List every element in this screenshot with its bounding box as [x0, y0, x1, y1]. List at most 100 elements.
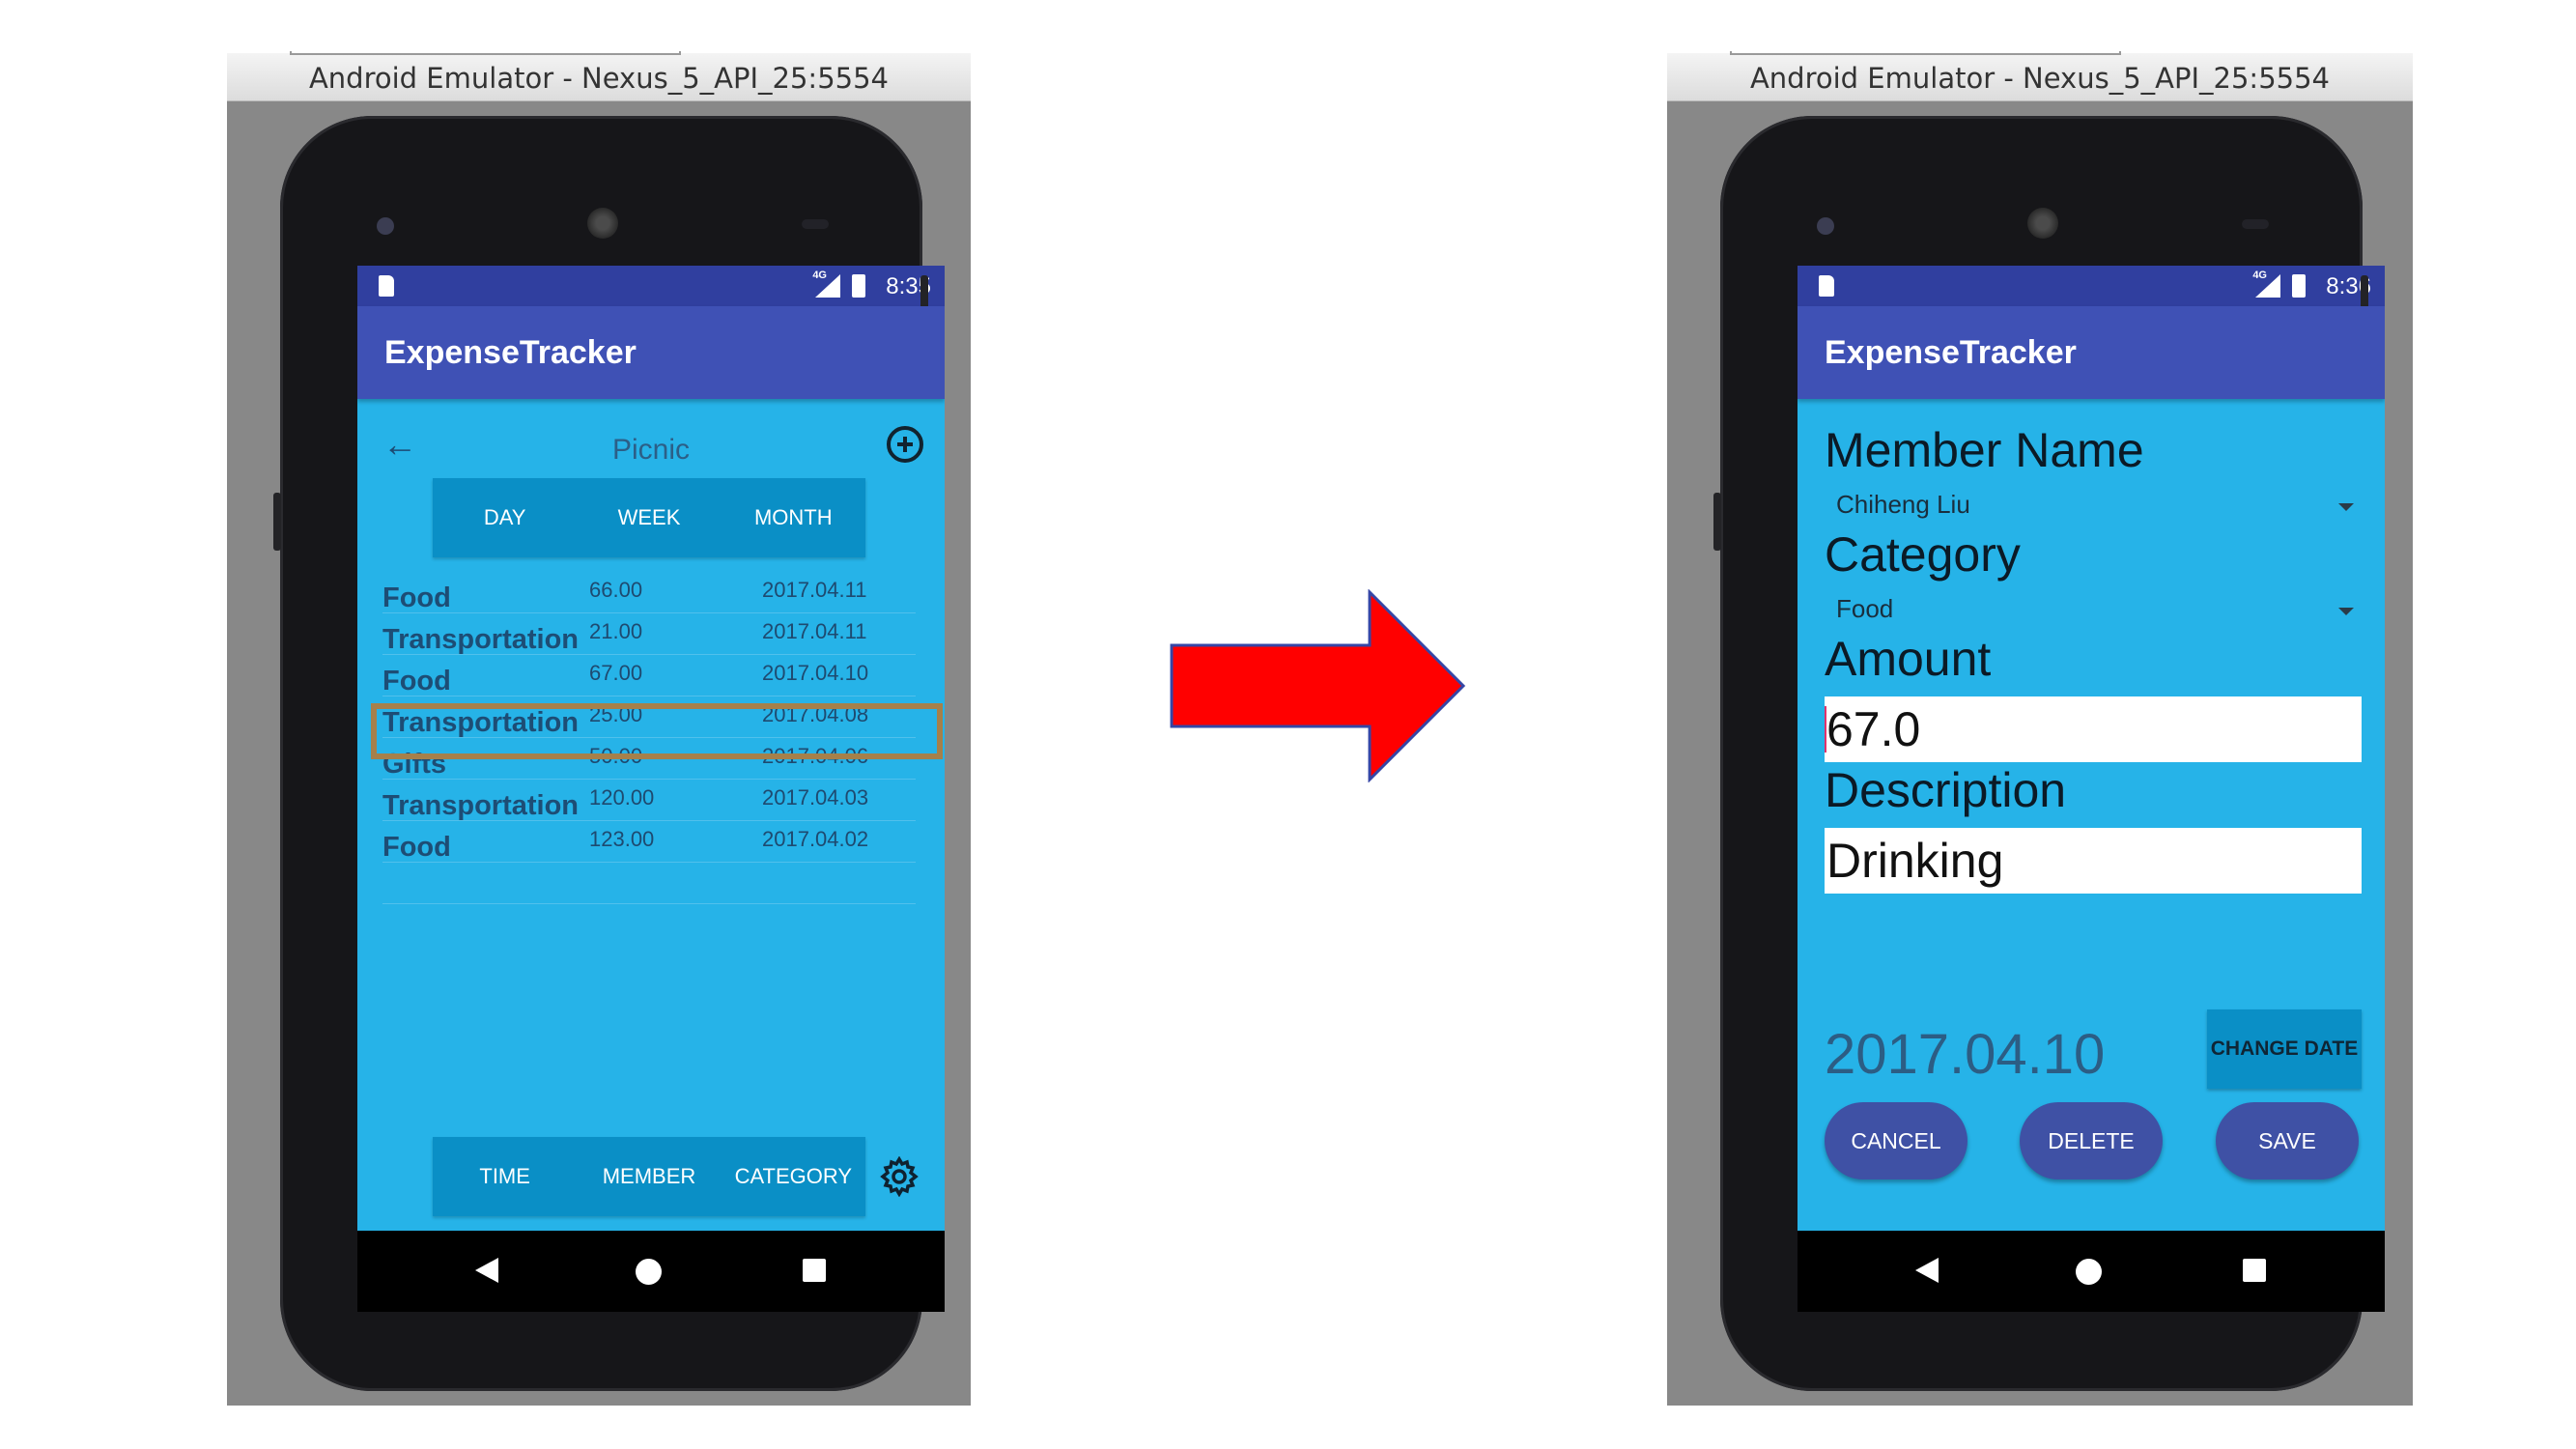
phone-body: 4G 8:36 ExpenseTracker Member Name Chihe…: [1720, 116, 2385, 1391]
transition-arrow-icon: [1170, 589, 1466, 782]
earpiece-speaker: [2027, 208, 2058, 239]
nav-back-icon[interactable]: [1915, 1258, 1939, 1283]
dropdown-caret-icon: [2338, 503, 2354, 511]
signal-icon: [2255, 274, 2280, 298]
app-title: ExpenseTracker: [1798, 306, 2385, 399]
system-nav-bar: [357, 1231, 945, 1312]
row-category: Transportation: [382, 707, 580, 738]
row-amount: 50.00: [589, 744, 643, 768]
status-bar: 4G 8:35: [357, 266, 945, 306]
system-nav-bar: [1798, 1231, 2385, 1312]
category-value: Food: [1836, 594, 1894, 623]
tab-month[interactable]: MONTH: [722, 478, 865, 557]
dropdown-caret-icon: [2338, 608, 2354, 615]
amount-value: 67.0: [1826, 702, 1921, 756]
list-title: Picnic: [611, 434, 691, 466]
description-label: Description: [1825, 763, 2067, 817]
description-value: Drinking: [1826, 834, 2004, 888]
row-amount: 66.00: [589, 578, 643, 602]
list-header: ← Picnic: [357, 420, 945, 478]
front-camera: [1817, 217, 1834, 235]
emulator-titlebar: Android Emulator - Nexus_5_API_25:5554: [1667, 51, 2413, 101]
earpiece-speaker: [587, 208, 618, 239]
row-category: Transportation: [382, 624, 580, 655]
row-date: 2017.04.06: [762, 744, 869, 768]
selected-date: 2017.04.10: [1825, 1023, 2106, 1086]
change-date-button[interactable]: CHANGE DATE: [2207, 1009, 2362, 1089]
delete-button[interactable]: DELETE: [2020, 1102, 2163, 1179]
row-category: Transportation: [382, 790, 580, 821]
nav-back-icon[interactable]: [475, 1258, 498, 1283]
app-title: ExpenseTracker: [357, 306, 945, 399]
expense-row[interactable]: Gifts 50.00 2017.04.06: [382, 738, 916, 780]
window-tab: [1730, 51, 2121, 55]
expense-row[interactable]: Transportation 21.00 2017.04.11: [382, 613, 916, 655]
expense-row[interactable]: Food 123.00 2017.04.02: [382, 821, 916, 863]
signal-icon: [815, 274, 840, 298]
row-date: 2017.04.02: [762, 827, 869, 851]
expense-row-selected[interactable]: Food 67.00 2017.04.10: [382, 655, 916, 696]
member-name-dropdown[interactable]: Chiheng Liu: [1836, 490, 2354, 528]
emulator-window-left: Android Emulator - Nexus_5_API_25:5554 4…: [227, 51, 971, 1406]
amount-label: Amount: [1825, 632, 1992, 686]
nav-recents-icon[interactable]: [803, 1259, 826, 1282]
expense-list: Food 66.00 2017.04.11 Transportation 21.…: [382, 572, 916, 904]
proximity-sensor: [802, 219, 829, 229]
cancel-button[interactable]: CANCEL: [1825, 1102, 1967, 1179]
row-amount: 21.00: [589, 619, 643, 643]
window-title: Android Emulator - Nexus_5_API_25:5554: [308, 62, 890, 95]
settings-gear-icon[interactable]: [879, 1156, 920, 1197]
row-category: Food: [382, 832, 451, 863]
sd-card-icon: [1819, 275, 1834, 297]
tab-day[interactable]: DAY: [433, 478, 577, 557]
volume-button: [273, 493, 281, 551]
row-date: 2017.04.10: [762, 661, 869, 685]
sd-card-icon: [379, 275, 394, 297]
nav-home-icon[interactable]: [2076, 1259, 2102, 1285]
emulator-titlebar: Android Emulator - Nexus_5_API_25:5554: [227, 51, 971, 101]
row-date: 2017.04.11: [762, 619, 867, 643]
nav-home-icon[interactable]: [636, 1259, 662, 1285]
expense-row[interactable]: Transportation 25.00 2017.04.08: [382, 696, 916, 738]
tab-category[interactable]: CATEGORY: [722, 1137, 865, 1216]
save-button[interactable]: SAVE: [2216, 1102, 2359, 1179]
expense-row[interactable]: Transportation 120.00 2017.04.03: [382, 780, 916, 821]
list-divider: [382, 863, 916, 904]
emulator-window-right: Android Emulator - Nexus_5_API_25:5554 4…: [1667, 51, 2413, 1406]
row-date: 2017.04.11: [762, 578, 867, 602]
row-date: 2017.04.03: [762, 785, 869, 810]
front-camera: [377, 217, 394, 235]
volume-button: [1713, 493, 1721, 551]
proximity-sensor: [2242, 219, 2269, 229]
tab-week[interactable]: WEEK: [577, 478, 721, 557]
text-cursor: [1825, 706, 1826, 753]
window-title: Android Emulator - Nexus_5_API_25:5554: [1749, 62, 2331, 95]
sort-tabs: TIME MEMBER CATEGORY: [433, 1137, 865, 1216]
row-category: Gifts: [382, 749, 447, 780]
row-amount: 67.00: [589, 661, 643, 685]
nav-recents-icon[interactable]: [2243, 1259, 2266, 1282]
tab-time[interactable]: TIME: [433, 1137, 577, 1216]
add-circle-icon[interactable]: [887, 426, 923, 463]
member-name-label: Member Name: [1825, 423, 2144, 477]
member-name-value: Chiheng Liu: [1836, 490, 1970, 519]
battery-icon: [2292, 274, 2306, 298]
row-amount: 120.00: [589, 785, 655, 810]
expense-row[interactable]: Food 66.00 2017.04.11: [382, 572, 916, 613]
description-input[interactable]: Drinking: [1825, 828, 2362, 894]
row-date: 2017.04.08: [762, 702, 869, 726]
phone-body: 4G 8:35 ExpenseTracker ← Picnic DAY WEEK…: [280, 116, 945, 1391]
battery-icon: [852, 274, 865, 298]
period-tabs: DAY WEEK MONTH: [433, 478, 865, 557]
status-bar: 4G 8:36: [1798, 266, 2385, 306]
row-amount: 123.00: [589, 827, 655, 851]
category-dropdown[interactable]: Food: [1836, 594, 2354, 633]
tab-member[interactable]: MEMBER: [577, 1137, 721, 1216]
window-tab: [290, 51, 681, 55]
row-category: Food: [382, 666, 451, 696]
row-category: Food: [382, 582, 451, 613]
phone-screen: 4G 8:35 ExpenseTracker ← Picnic DAY WEEK…: [357, 266, 945, 1312]
amount-input[interactable]: 67.0: [1825, 696, 2362, 762]
row-amount: 25.00: [589, 702, 643, 726]
phone-screen: 4G 8:36 ExpenseTracker Member Name Chihe…: [1798, 266, 2385, 1312]
